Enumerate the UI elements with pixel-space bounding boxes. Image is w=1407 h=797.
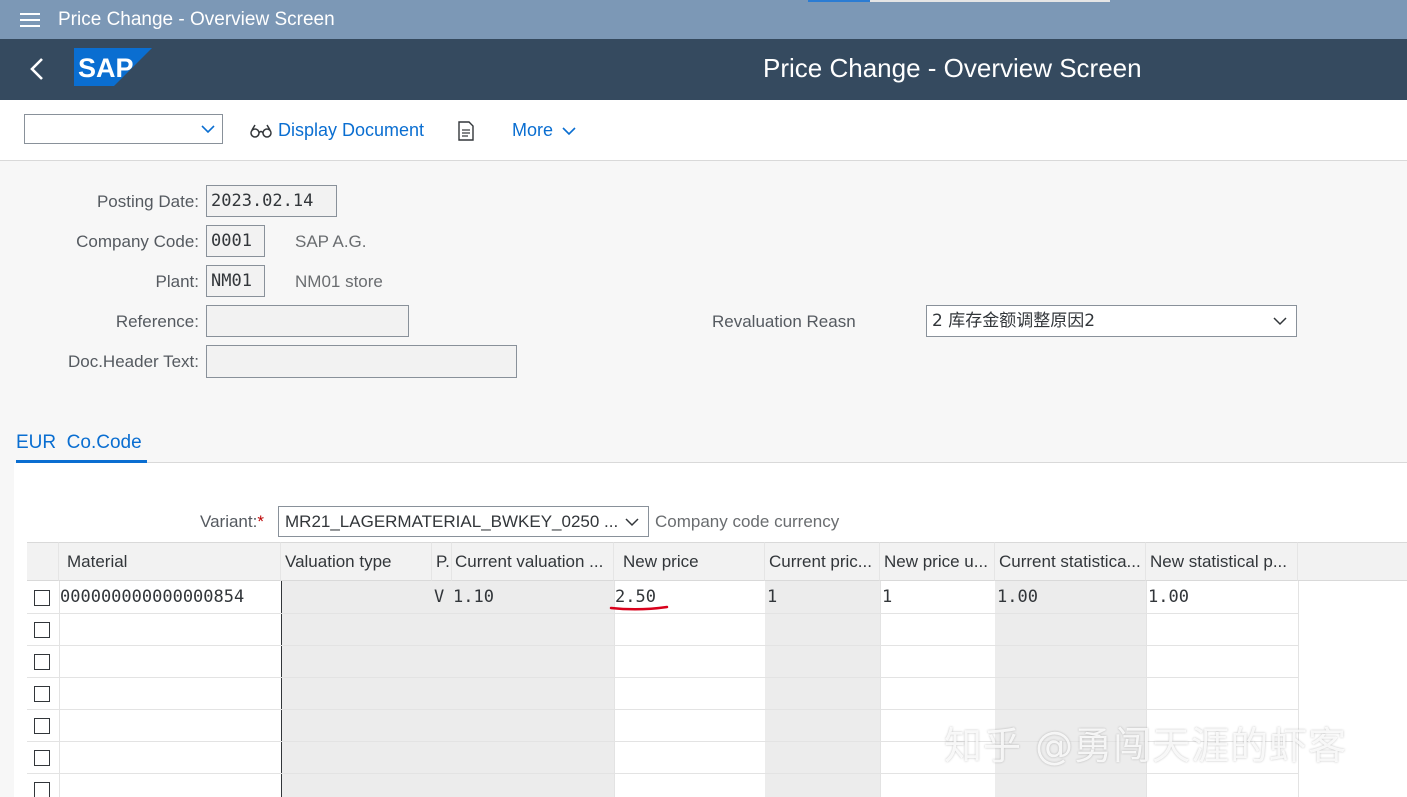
variant-label: Variant:* bbox=[200, 512, 264, 532]
cell-current-valuation: 1.10 bbox=[453, 582, 494, 613]
cell-new-price-unit[interactable]: 1 bbox=[882, 582, 892, 613]
doc-header-text-label: Doc.Header Text: bbox=[20, 352, 199, 372]
company-code-field[interactable]: 0001 bbox=[206, 225, 265, 257]
plant-label: Plant: bbox=[40, 272, 199, 292]
document-simulate-button[interactable] bbox=[457, 121, 475, 141]
posting-date-field[interactable]: 2023.02.14 bbox=[206, 185, 337, 217]
reference-field[interactable] bbox=[206, 305, 409, 337]
watermark: 知乎 @勇闯天涯的虾客 bbox=[944, 715, 1347, 770]
revaluation-reason-select[interactable]: 2 库存金额调整原因2 bbox=[926, 305, 1297, 337]
column-header-new-price[interactable]: New price bbox=[614, 542, 765, 581]
posting-date-label: Posting Date: bbox=[40, 192, 199, 212]
row-select-checkbox[interactable] bbox=[34, 718, 50, 734]
plant-field[interactable]: NM01 bbox=[206, 265, 265, 297]
select-all-header[interactable] bbox=[27, 542, 59, 581]
column-header-current-valuation[interactable]: Current valuation ... bbox=[452, 542, 614, 581]
window-title: Price Change - Overview Screen bbox=[58, 9, 335, 31]
logo-text: SAP bbox=[78, 53, 134, 83]
display-document-button[interactable]: Display Document bbox=[250, 120, 424, 141]
header-filler bbox=[1298, 542, 1407, 581]
chevron-left-icon bbox=[26, 55, 48, 83]
glasses-icon bbox=[250, 123, 272, 139]
column-header-new-price-unit[interactable]: New price u... bbox=[880, 542, 995, 581]
back-button[interactable] bbox=[26, 55, 52, 85]
column-header-valuation-type[interactable]: Valuation type bbox=[281, 542, 432, 581]
row-select-checkbox[interactable] bbox=[34, 654, 50, 670]
variant-value: MR21_LAGERMATERIAL_BWKEY_0250 ... bbox=[285, 512, 618, 531]
cell-price-control: V bbox=[434, 582, 444, 613]
hamburger-menu-icon[interactable] bbox=[20, 12, 40, 28]
variant-select[interactable]: MR21_LAGERMATERIAL_BWKEY_0250 ... bbox=[278, 506, 649, 537]
chevron-down-icon[interactable] bbox=[624, 515, 640, 529]
chevron-down-icon[interactable] bbox=[1272, 314, 1288, 328]
revaluation-reason-value: 2 库存金额调整原因2 bbox=[932, 311, 1095, 331]
company-code-label: Company Code: bbox=[40, 232, 199, 252]
cell-new-statistical[interactable]: 1.00 bbox=[1148, 582, 1189, 613]
company-code-currency-text: Company code currency bbox=[655, 512, 839, 532]
document-icon bbox=[457, 121, 475, 141]
plant-description: NM01 store bbox=[295, 272, 383, 292]
shell-header: SAP Price Change - Overview Screen bbox=[0, 39, 1407, 100]
sap-logo: SAP bbox=[74, 48, 152, 86]
app-toolbar: Display Document More bbox=[0, 100, 1407, 161]
column-header-current-statistical[interactable]: Current statistica... bbox=[995, 542, 1146, 581]
chevron-down-icon bbox=[561, 125, 577, 137]
column-header-p[interactable]: P. bbox=[432, 542, 452, 581]
row-select-checkbox[interactable] bbox=[34, 782, 50, 797]
row-select-checkbox[interactable] bbox=[34, 590, 50, 606]
display-document-label: Display Document bbox=[278, 120, 424, 141]
required-marker: * bbox=[257, 512, 264, 531]
tab-strip bbox=[808, 0, 1110, 2]
reference-label: Reference: bbox=[40, 312, 199, 332]
chevron-down-icon[interactable] bbox=[200, 121, 216, 137]
company-code-description: SAP A.G. bbox=[295, 232, 367, 252]
red-annotation-underline bbox=[609, 603, 669, 613]
page-title: Price Change - Overview Screen bbox=[763, 53, 1142, 84]
more-label: More bbox=[512, 120, 553, 141]
row-select-checkbox[interactable] bbox=[34, 622, 50, 638]
row-select-checkbox[interactable] bbox=[34, 750, 50, 766]
window-titlebar: Price Change - Overview Screen bbox=[0, 0, 1407, 39]
cell-current-statistical: 1.00 bbox=[997, 582, 1038, 613]
column-header-current-price-unit[interactable]: Current pric... bbox=[765, 542, 880, 581]
more-menu-button[interactable]: More bbox=[512, 120, 577, 141]
cell-material[interactable]: 000000000000000854 bbox=[60, 582, 244, 613]
command-field[interactable] bbox=[24, 114, 223, 144]
tab-eur-co-code[interactable]: EUR Co.Code bbox=[16, 432, 142, 454]
column-header-new-statistical[interactable]: New statistical p... bbox=[1146, 542, 1298, 581]
column-header-material[interactable]: Material bbox=[59, 542, 281, 581]
row-select-checkbox[interactable] bbox=[34, 686, 50, 702]
revaluation-reason-label: Revaluation Reasn bbox=[712, 312, 856, 332]
cell-current-price-unit: 1 bbox=[767, 582, 777, 613]
doc-header-text-field[interactable] bbox=[206, 345, 517, 378]
